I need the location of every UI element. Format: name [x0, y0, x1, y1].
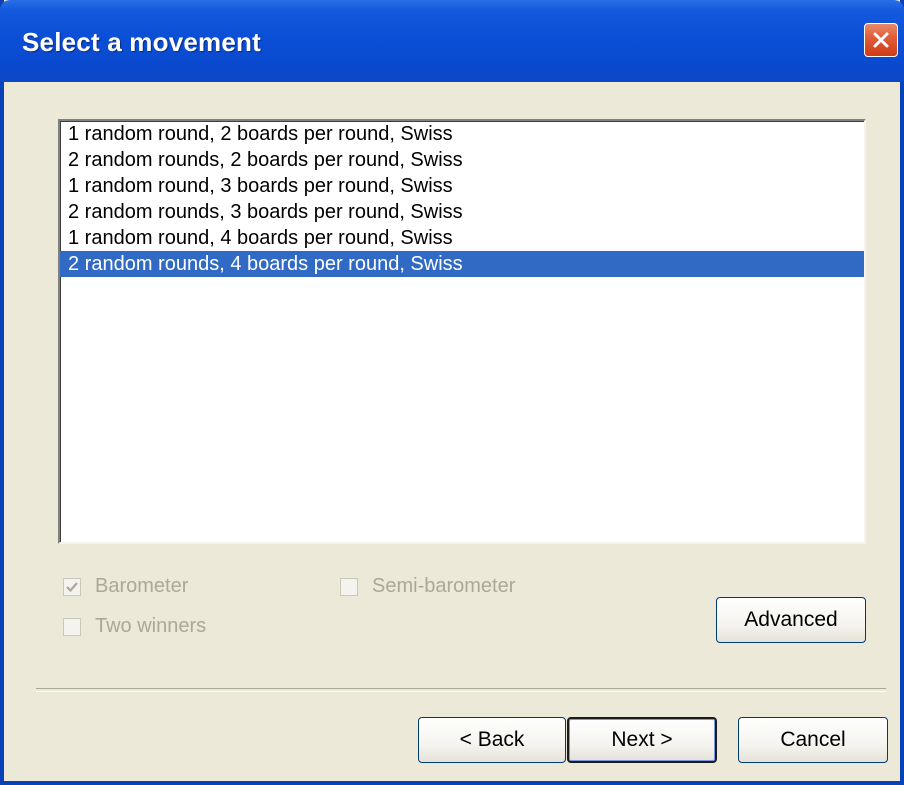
dialog-title: Select a movement	[22, 27, 261, 57]
movement-list[interactable]: 1 random round, 2 boards per round, Swis…	[58, 119, 866, 544]
list-item[interactable]: 2 random rounds, 3 boards per round, Swi…	[60, 199, 864, 225]
back-button[interactable]: < Back	[418, 717, 566, 763]
title-bar[interactable]: Select a movement	[0, 0, 904, 82]
list-item[interactable]: 1 random round, 3 boards per round, Swis…	[60, 173, 864, 199]
barometer-label: Barometer	[95, 575, 189, 597]
separator	[36, 688, 886, 692]
barometer-checkbox[interactable]	[63, 577, 81, 596]
close-icon	[873, 32, 889, 48]
two-winners-option[interactable]: Two winners	[63, 615, 206, 638]
semi-barometer-label: Semi-barometer	[372, 575, 516, 597]
list-item[interactable]: 1 random round, 4 boards per round, Swis…	[60, 225, 864, 251]
advanced-button[interactable]: Advanced	[716, 597, 866, 643]
list-item[interactable]: 2 random rounds, 2 boards per round, Swi…	[60, 147, 864, 173]
close-button[interactable]	[864, 23, 898, 57]
barometer-option[interactable]: Barometer	[63, 575, 188, 598]
checkmark-icon	[66, 581, 78, 592]
two-winners-label: Two winners	[95, 615, 207, 637]
two-winners-checkbox[interactable]	[63, 617, 81, 636]
cancel-button[interactable]: Cancel	[738, 717, 888, 763]
next-button[interactable]: Next >	[567, 717, 717, 763]
semi-barometer-checkbox[interactable]	[340, 577, 358, 596]
list-item[interactable]: 1 random round, 2 boards per round, Swis…	[60, 121, 864, 147]
semi-barometer-option[interactable]: Semi-barometer	[340, 575, 515, 598]
list-item-selected[interactable]: 2 random rounds, 4 boards per round, Swi…	[60, 251, 864, 277]
